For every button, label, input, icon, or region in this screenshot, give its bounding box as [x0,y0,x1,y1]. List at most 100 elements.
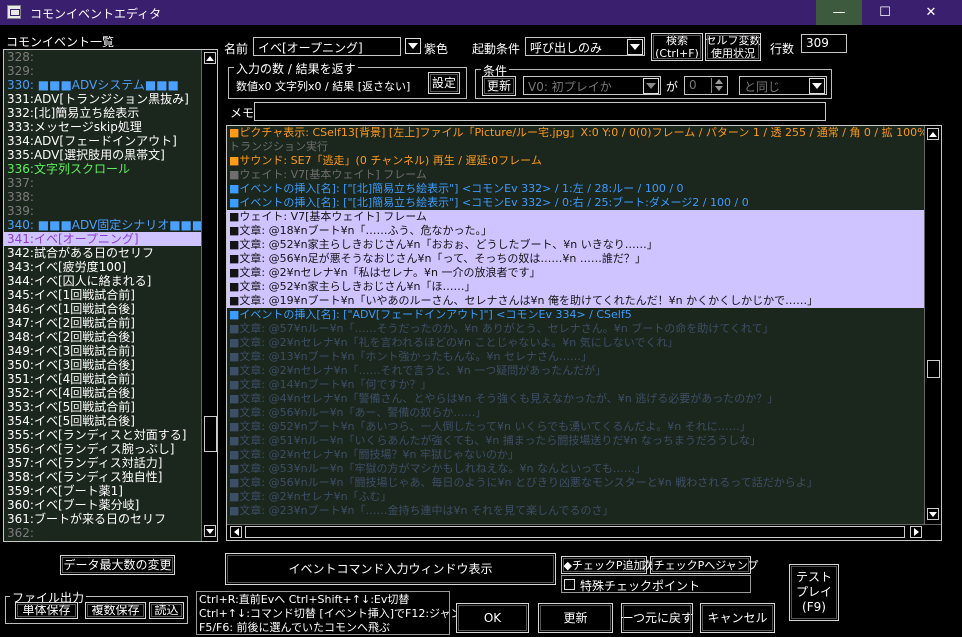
list-item[interactable]: 344:イベ[囚人に絡まれる] [4,274,201,288]
command-row[interactable]: ■文章: @13¥nブート¥n「ホント強かったもんな。¥n セレナさん……」 [227,350,924,364]
list-item[interactable]: 342:試合がある日のセリフ [4,246,201,260]
list-item[interactable]: 352:イベ[4回戦試合後] [4,386,201,400]
command-row[interactable]: トランジション実行 [227,140,924,154]
search-button[interactable]: 検索 (Ctrl+F) [651,33,703,61]
condition-compare-select[interactable]: と同じ [739,76,827,95]
list-item[interactable]: 357:イベ[ランディス対話力] [4,456,201,470]
command-row[interactable]: ■文章: @56¥nルー¥n「闘技場じゃあ、毎日のように¥n とびきり凶悪なモン… [227,476,924,490]
maximize-button[interactable]: ☐ [862,0,908,25]
command-row[interactable]: ■ピクチャ表示: CSelf13[背景] [左上]ファイル「Picture/ルー… [227,126,924,140]
list-item[interactable]: 329: [4,64,201,78]
color-label[interactable]: 紫色 [424,40,448,57]
list-item[interactable]: 345:イベ[1回戦試合前] [4,288,201,302]
ok-button[interactable]: OK [456,603,529,633]
single-save-button[interactable]: 単体保存 [15,602,78,619]
command-row[interactable]: ■文章: @2¥nセレナ¥n「礼を言われるほどの¥n ことじゃないよ。¥n 気に… [227,336,924,350]
scroll-right-icon[interactable] [910,526,922,538]
trigger-select[interactable]: 呼び出しのみ [525,37,645,56]
list-item[interactable]: 338: [4,190,201,204]
scroll-left-icon[interactable] [230,526,242,538]
scroll-down-icon[interactable] [927,508,939,520]
scroll-up-icon[interactable] [204,52,216,64]
command-row[interactable]: ■文章: @52¥n家主らしきおじさん¥n「ほ……」 [227,280,924,294]
load-button[interactable]: 読込 [149,602,184,619]
settings-button[interactable]: 設定 [428,72,460,94]
command-row[interactable]: ■文章: @18¥nブート¥n「……ふう、危なかった。」 [227,224,924,238]
list-item[interactable]: 337: [4,176,201,190]
next-checkpoint-button[interactable]: 次チェックPへジャンプ [643,556,758,574]
scroll-up-icon[interactable] [927,128,939,140]
list-item[interactable]: 343:イベ[疲労度100] [4,260,201,274]
command-row[interactable]: ■文章: @56¥nルー¥n「あー、警備の奴らか……」 [227,406,924,420]
condition-number-stepper[interactable]: 0 [684,76,728,95]
memo-input[interactable] [254,102,826,121]
command-hscroll-thumb[interactable] [245,526,905,538]
list-scrollbar[interactable] [201,50,217,541]
cancel-button[interactable]: キャンセル [700,603,775,633]
event-command-list[interactable]: ■ピクチャ表示: CSelf13[背景] [左上]ファイル「Picture/ルー… [226,125,942,541]
add-checkpoint-button[interactable]: ◆チェックP追加 [561,556,647,574]
stepper-arrows-icon[interactable] [711,78,726,93]
command-row[interactable]: ■ウェイト: V7[基本ウェイト] フレーム [227,210,924,224]
command-hscrollbar[interactable] [227,524,941,540]
command-row[interactable]: ■文章: @52¥nブート¥n「あいつら、一人倒したって¥n いくらでも湧いてく… [227,420,924,434]
close-button[interactable]: ✕ [908,0,954,25]
command-row[interactable]: ■文章: @2¥nセレナ¥n「闘技場？¥n 牢獄じゃないのか」 [227,448,924,462]
list-item[interactable]: 334:ADV[フェードインアウト] [4,134,201,148]
list-item[interactable]: 328: [4,50,201,64]
list-item[interactable]: 340: ■■■ADV固定シナリオ■■■ [4,218,203,232]
command-row[interactable]: ■イベントの挿入[名]: ["[北]簡易立ち絵表示"] <コモンEv 332> … [227,182,924,196]
list-item[interactable]: 330: ■■■ADVシステム■■■ [4,78,201,92]
common-event-list[interactable]: 328: 329: 330: ■■■ADVシステム■■■ 331:ADV[トランジショ… [3,49,218,542]
list-item[interactable]: 350:イベ[3回戦試合後] [4,358,201,372]
list-item[interactable]: 347:イベ[2回戦試合前] [4,316,201,330]
command-scroll-thumb[interactable] [927,360,940,378]
command-row[interactable]: ■文章: @4¥nセレナ¥n「警備さん、とやらは¥n そう強くも見えなかったが、… [227,392,924,406]
update-button[interactable]: 更新 [538,603,613,633]
list-item[interactable]: 339: [4,204,201,218]
list-item[interactable]: 360:イベ[ブート薬分岐] [4,498,201,512]
color-dropdown-icon[interactable] [405,38,421,54]
test-play-button[interactable]: テスト プレイ (F9) [789,564,839,621]
list-item[interactable]: 358:イベ[ランディス独自性] [4,470,201,484]
list-item[interactable]: 335:ADV[選択肢用の黒帯文] [4,148,201,162]
minimize-button[interactable]: — [816,0,862,25]
condition-variable-select[interactable]: V0: 初プレイか [523,76,661,95]
command-row[interactable]: ■文章: @52¥n家主らしきおじさん¥n「おおぉ、どうしたブート、¥n いきな… [227,238,924,252]
chevron-down-icon[interactable] [809,78,825,94]
special-checkpoint-label[interactable]: 特殊チェックポイント [580,577,700,594]
list-item[interactable]: 346:イベ[1回戦試合後] [4,302,201,316]
list-item[interactable]: 331:ADV[トランジション黒抜み] [4,92,201,106]
list-item[interactable]: 332:[北]簡易立ち絵表示 [4,106,201,120]
list-item[interactable]: 359:イベ[ブート薬1] [4,484,201,498]
command-row[interactable]: ■文章: @57¥nルー¥n「……そうだったのか。¥n ありがとう、セレナさん。… [227,322,924,336]
command-window-button[interactable]: イベントコマンド入力ウィンドウ表示 [225,553,556,585]
list-item[interactable]: 361:ブートが来る日のセリフ [4,512,201,526]
condition-update-button[interactable]: 更新 [482,76,516,96]
max-data-button[interactable]: データ最大数の変更 [60,555,175,575]
command-row[interactable]: ■イベントの挿入[名]: ["ADV[フェードインアウト]"] <コモンEv 3… [227,308,924,322]
list-scroll-thumb[interactable] [204,416,217,452]
list-item[interactable]: 348:イベ[2回戦試合後] [4,330,201,344]
command-row[interactable]: ■文章: @56¥n足が悪そうなおじさん¥n「って、そっちの奴は……¥n ……誰… [227,252,924,266]
list-item[interactable]: 349:イベ[3回戦試合前] [4,344,201,358]
list-item[interactable]: 341:イベ[オープニング] [4,232,201,246]
list-item[interactable]: 353:イベ[5回戦試合前] [4,400,201,414]
list-item[interactable]: 354:イベ[5回戦試合後] [4,414,201,428]
command-row[interactable]: ■文章: @19¥nブート¥n「いやあのルーさん、セレナさんは¥n 俺を助けてく… [227,294,924,308]
command-vscrollbar[interactable] [924,126,941,524]
chevron-down-icon[interactable] [627,39,643,55]
list-item[interactable]: 336:文字列スクロール [4,162,201,176]
command-row[interactable]: ■ウェイト: V7[基本ウェイト] フレーム [227,168,924,182]
command-row[interactable]: ■文章: @2¥nセレナ¥n「私はセレナ。¥n 一介の放浪者です」 [227,266,924,280]
chevron-down-icon[interactable] [643,78,659,94]
name-input[interactable]: イベ[オープニング] [253,37,401,56]
command-row[interactable]: ■文章: @2¥nセレナ¥n「ふむ」 [227,490,924,504]
self-variable-usage-button[interactable]: セルフ変数 使用状況 [705,33,761,61]
command-row[interactable]: ■文章: @23¥nブート¥n「……金持ち連中は¥n それを見て楽しんでるのさ」 [227,504,924,518]
command-row[interactable]: ■イベントの挿入[名]: ["[北]簡易立ち絵表示"] <コモンEv 332> … [227,196,924,210]
command-row[interactable]: ■文章: @14¥nブート¥n「何ですか？」 [227,378,924,392]
list-item[interactable]: 362: [4,526,201,540]
command-row[interactable]: ■文章: @53¥nルー¥n「牢獄の方がマシかもしれねえな。¥n なんといっても… [227,462,924,476]
scroll-down-icon[interactable] [204,525,216,537]
